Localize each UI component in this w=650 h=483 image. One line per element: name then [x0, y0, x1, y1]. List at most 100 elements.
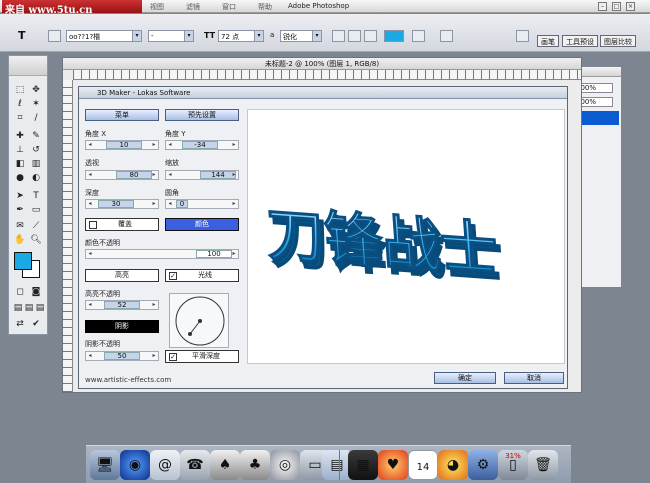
arrow-left-icon[interactable]: ◂	[166, 171, 174, 179]
highlight-button[interactable]: 高亮	[85, 269, 159, 282]
scale-slider[interactable]: ◂ 144 ▸	[165, 170, 239, 180]
preset-button[interactable]: 预先设置	[165, 109, 239, 121]
depth-slider[interactable]: ◂ 30 ▸	[85, 199, 159, 209]
align-right-icon[interactable]	[364, 30, 377, 42]
arrow-left-icon[interactable]: ◂	[86, 141, 94, 149]
jump-to-imageready-icon[interactable]: ⇄	[13, 318, 27, 331]
arrow-right-icon[interactable]: ▸	[230, 171, 238, 179]
arrow-left-icon[interactable]: ◂	[86, 200, 94, 208]
notes-tool-icon[interactable]: ✉	[13, 220, 27, 233]
arrow-right-icon[interactable]: ▸	[150, 141, 158, 149]
trash-icon[interactable]: 🗑︎	[528, 450, 558, 480]
apple-logo-icon[interactable]: ◕	[438, 450, 468, 480]
light-checkbox[interactable]: ✓ 光线	[165, 269, 239, 282]
menu-item-help[interactable]: 帮助	[258, 2, 272, 12]
arrow-right-icon[interactable]: ▸	[150, 352, 158, 360]
path-select-icon[interactable]: ➤	[13, 190, 27, 203]
healing-brush-icon[interactable]: ✚	[13, 130, 27, 143]
arrow-right-icon[interactable]: ▸	[150, 171, 158, 179]
menu-item-view[interactable]: 视图	[150, 2, 164, 12]
calendar-icon[interactable]: 14	[408, 450, 438, 480]
arrow-right-icon[interactable]: ▸	[150, 200, 158, 208]
tab-tool-presets[interactable]: 工具预设	[562, 35, 598, 47]
stamp-tool-icon[interactable]: ⊥	[13, 144, 27, 157]
overlay-checkbox[interactable]: 覆盖	[85, 218, 159, 231]
ok-button[interactable]: 确定	[434, 372, 496, 384]
round-slider[interactable]: ◂ 0 ▸	[165, 199, 239, 209]
arrow-right-icon[interactable]: ▸	[230, 200, 238, 208]
pen-tool-icon[interactable]: ✒	[13, 204, 27, 217]
shadow-opacity-slider[interactable]: ◂ 50 ▸	[85, 351, 159, 361]
hearts-icon[interactable]: ♥	[378, 450, 408, 480]
system-prefs-icon[interactable]: ⚙	[468, 450, 498, 480]
tab-brushes[interactable]: 画笔	[537, 35, 559, 47]
dodge-tool-icon[interactable]: ◐	[29, 172, 43, 185]
lasso-tool-icon[interactable]: ℓ	[13, 98, 27, 111]
arrow-right-icon[interactable]: ▸	[230, 141, 238, 149]
print-icon[interactable]	[516, 30, 529, 42]
penguin2-icon[interactable]: ♣	[240, 450, 270, 480]
light-direction-dial[interactable]	[169, 293, 229, 348]
blur-tool-icon[interactable]: ●	[13, 172, 27, 185]
perspective-slider[interactable]: ◂ 80 ▸	[85, 170, 159, 180]
eyedropper-icon[interactable]: ⟋	[29, 220, 43, 233]
penguin-icon[interactable]: ♠	[210, 450, 240, 480]
menu-button[interactable]: 菜单	[85, 109, 159, 121]
angle-y-slider[interactable]: ◂ -34 ▸	[165, 140, 239, 150]
cancel-button[interactable]: 取消	[504, 372, 564, 384]
quickmask-off-icon[interactable]: ◻	[13, 286, 27, 299]
quickmask-on-icon[interactable]: ◙	[29, 286, 43, 299]
orientation-toggle-icon[interactable]	[48, 30, 61, 42]
arrow-right-icon[interactable]: ▸	[230, 250, 238, 258]
antialias-select[interactable]: 锐化 ▾	[280, 30, 322, 42]
marquee-tool-icon[interactable]: ⬚	[13, 84, 27, 97]
align-left-icon[interactable]	[332, 30, 345, 42]
maximize-icon[interactable]: □	[612, 2, 621, 11]
finder-icon[interactable]: 🖥	[90, 450, 120, 480]
palette-toggle-icon[interactable]	[440, 30, 453, 42]
zoom-tool-icon[interactable]: 🔍︎	[29, 234, 43, 247]
arrow-right-icon[interactable]: ▸	[150, 301, 158, 309]
shadow-button[interactable]: 阴影	[85, 320, 159, 333]
color-opacity-slider[interactable]: ◂ 100 ▸	[85, 249, 239, 259]
arrow-left-icon[interactable]: ◂	[86, 250, 94, 258]
highlight-opacity-slider[interactable]: ◂ 52 ▸	[85, 300, 159, 310]
website-link[interactable]: www.artistic-effects.com	[85, 376, 171, 384]
cpu-monitor-icon[interactable]: 31% ▯	[498, 450, 528, 480]
font-family-select[interactable]: oo??1?楷 ▾	[66, 30, 142, 42]
gradient-tool-icon[interactable]: ▥	[29, 158, 43, 171]
font-style-select[interactable]: - ▾	[148, 30, 194, 42]
arrow-left-icon[interactable]: ◂	[86, 171, 94, 179]
type-tool-icon[interactable]: T	[29, 190, 43, 203]
3d-preview-canvas[interactable]: 刀锋战士 刀锋战士	[247, 109, 565, 364]
warp-text-icon[interactable]	[412, 30, 425, 42]
angle-x-slider[interactable]: ◂ 10 ▸	[85, 140, 159, 150]
mail-icon[interactable]: @	[150, 450, 180, 480]
slice-tool-icon[interactable]: ∕	[29, 112, 43, 125]
foreground-color-swatch[interactable]	[14, 252, 32, 270]
internet-globe-icon[interactable]: ◉	[120, 450, 150, 480]
eraser-tool-icon[interactable]: ◧	[13, 158, 27, 171]
screen-mode-full-icon[interactable]: ▤	[33, 302, 47, 315]
close-icon[interactable]: ×	[626, 2, 635, 11]
magic-wand-icon[interactable]: ✶	[29, 98, 43, 111]
text-color-swatch[interactable]	[384, 30, 404, 42]
type-tool-icon[interactable]: T	[18, 29, 26, 42]
color-button[interactable]: 颜色	[165, 218, 239, 231]
align-center-icon[interactable]	[348, 30, 361, 42]
tab-layer-comps[interactable]: 图层比较	[600, 35, 636, 47]
arrow-left-icon[interactable]: ◂	[86, 352, 94, 360]
dvd-icon[interactable]: ◎	[270, 450, 300, 480]
photoshop-icon[interactable]: ▦	[348, 450, 378, 480]
jump-check-icon[interactable]: ✔	[29, 318, 43, 331]
menu-item-window[interactable]: 窗口	[222, 2, 236, 12]
address-book-icon[interactable]: ☎	[180, 450, 210, 480]
menu-item-filter[interactable]: 滤镜	[186, 2, 200, 12]
history-brush-icon[interactable]: ↺	[29, 144, 43, 157]
crop-tool-icon[interactable]: ⌗	[13, 112, 27, 125]
minimize-icon[interactable]: –	[598, 2, 607, 11]
arrow-left-icon[interactable]: ◂	[166, 141, 174, 149]
smooth-depth-checkbox[interactable]: ✓ 平滑深度	[165, 350, 239, 363]
arrow-left-icon[interactable]: ◂	[166, 200, 174, 208]
move-tool-icon[interactable]: ✥	[29, 84, 43, 97]
